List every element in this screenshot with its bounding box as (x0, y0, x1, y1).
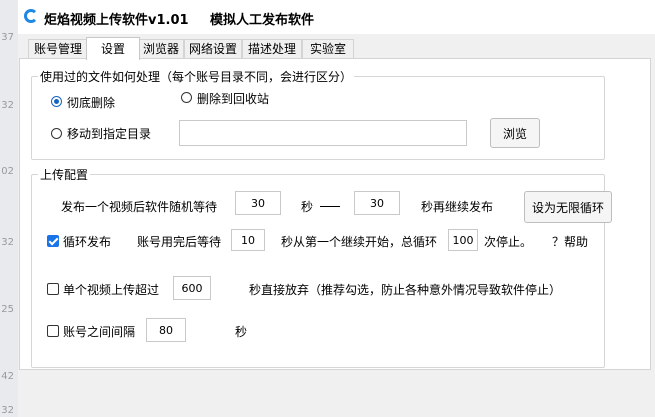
radio-move-to-directory-label[interactable]: 移动到指定目录 (67, 125, 151, 142)
strip-number: 32 (1, 237, 14, 248)
file-handling-group: 使用过的文件如何处理（每个账号目录不同，会进行区分） 彻底删除 删除到回收站 移… (31, 68, 605, 160)
strip-number: 25 (1, 304, 14, 315)
radio-move-to-directory[interactable] (51, 128, 62, 139)
seconds-label: 秒 (301, 200, 314, 214)
tab-settings[interactable]: 设置 (86, 37, 140, 60)
publish-wait-label: 发布一个视频后软件随机等待 (61, 200, 218, 214)
account-done-wait-input[interactable] (231, 229, 265, 251)
app-window: 炬焰视频上传软件v1.01 模拟人工发布软件 账号管理 设置 浏览器 网络设置 … (18, 0, 655, 417)
title-bar: 炬焰视频上传软件v1.01 模拟人工发布软件 (18, 0, 655, 34)
account-interval-label[interactable]: 账号之间间隔 (63, 323, 135, 340)
account-interval-unit: 秒 (235, 325, 248, 339)
radio-delete-to-recycle[interactable] (181, 92, 192, 103)
loop-suffix-label: 次停止。 (484, 235, 533, 249)
account-done-wait-label: 账号用完后等待 (137, 235, 222, 249)
settings-panel: 使用过的文件如何处理（每个账号目录不同，会进行区分） 彻底删除 删除到回收站 移… (19, 58, 651, 370)
upload-config-legend: 上传配置 (38, 166, 91, 183)
single-upload-timeout-label[interactable]: 单个视频上传超过 (63, 281, 159, 298)
publish-wait-suffix: 秒再继续发布 (421, 200, 494, 214)
wait-min-input[interactable] (235, 191, 281, 215)
loop-publish-checkbox[interactable] (47, 235, 59, 247)
tab-account-management[interactable]: 账号管理 (28, 39, 88, 59)
radio-delete-permanently-label[interactable]: 彻底删除 (67, 94, 115, 111)
infinite-loop-button[interactable]: 设为无限循环 (524, 191, 612, 223)
single-upload-timeout-checkbox[interactable] (47, 283, 59, 295)
loop-middle-label: 秒从第一个继续开始，总循环 (281, 235, 438, 249)
radio-delete-to-recycle-label[interactable]: 删除到回收站 (197, 90, 269, 107)
tab-lab[interactable]: 实验室 (302, 39, 354, 59)
file-handling-legend: 使用过的文件如何处理（每个账号目录不同，会进行区分） (38, 68, 355, 85)
wait-max-input[interactable] (354, 191, 400, 215)
move-directory-path-input[interactable] (179, 120, 467, 146)
background-window-strip: 37 32 02 32 25 42 32 (0, 0, 19, 417)
tab-browser[interactable]: 浏览器 (138, 39, 184, 59)
app-title: 炬焰视频上传软件v1.01 (44, 13, 189, 28)
range-dash (320, 206, 340, 207)
loop-count-input[interactable] (448, 229, 478, 251)
tab-description-processing[interactable]: 描述处理 (242, 39, 302, 59)
app-logo-icon (24, 9, 38, 23)
strip-number: 32 (1, 100, 14, 111)
app-subtitle: 模拟人工发布软件 (210, 13, 315, 28)
help-link[interactable]: ？帮助 (552, 233, 588, 250)
strip-number: 02 (1, 166, 14, 177)
strip-number: 32 (1, 405, 14, 416)
radio-delete-permanently[interactable] (51, 96, 62, 107)
browse-button[interactable]: 浏览 (490, 118, 540, 148)
account-interval-checkbox[interactable] (47, 325, 59, 337)
strip-number: 42 (1, 371, 14, 382)
single-upload-timeout-suffix: 秒直接放弃（推荐勾选，防止各种意外情况导致软件停止） (249, 283, 562, 297)
tab-bar: 账号管理 设置 浏览器 网络设置 描述处理 实验室 (18, 37, 655, 60)
tab-network-settings[interactable]: 网络设置 (184, 39, 242, 59)
strip-number: 37 (1, 32, 14, 43)
account-interval-input[interactable] (146, 318, 186, 342)
single-upload-timeout-input[interactable] (173, 276, 211, 300)
loop-publish-label[interactable]: 循环发布 (63, 233, 111, 250)
upload-config-group: 上传配置 发布一个视频后软件随机等待 秒 秒再继续发布 设为无限循环 循环发布 … (31, 166, 612, 368)
